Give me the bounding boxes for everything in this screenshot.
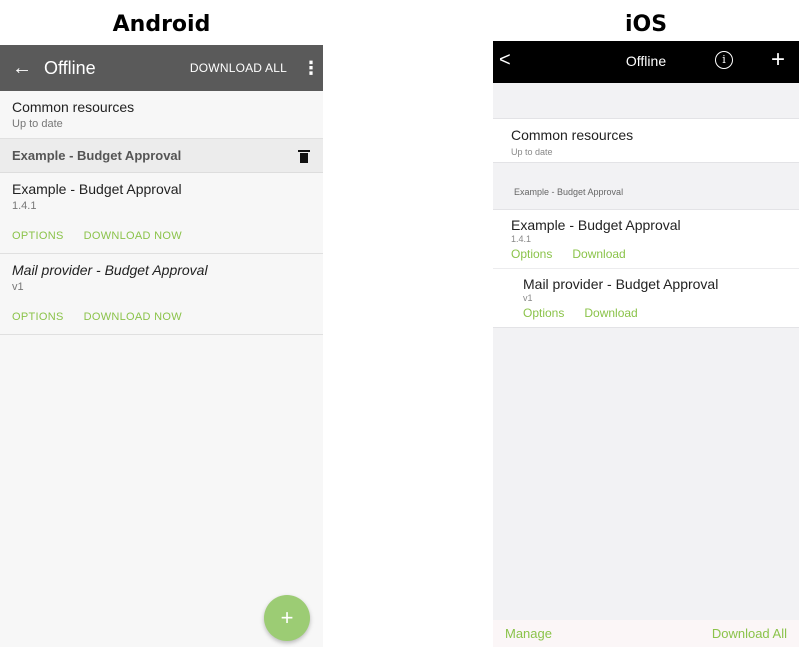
ios-heading: iOS (624, 12, 668, 37)
common-resources-title: Common resources (12, 99, 135, 115)
download-button[interactable]: Download (572, 247, 625, 261)
common-resources-row[interactable]: Common resources Up to date (493, 118, 799, 163)
info-icon[interactable]: i (715, 51, 733, 69)
item-version: v1 (12, 281, 24, 293)
toolbar-title: Offline (44, 57, 96, 78)
item-version: 1.4.1 (511, 234, 532, 244)
download-now-button[interactable]: DOWNLOAD NOW (84, 230, 182, 242)
download-all-button[interactable]: DOWNLOAD ALL (190, 61, 287, 75)
item-title: Mail provider - Budget Approval (12, 262, 208, 278)
item-title: Example - Budget Approval (12, 181, 182, 197)
download-all-button[interactable]: Download All (712, 626, 787, 641)
android-toolbar: ← Offline DOWNLOAD ALL ⋮ (0, 45, 323, 91)
android-screen: ← Offline DOWNLOAD ALL ⋮ Common resource… (0, 45, 323, 647)
item-version: v1 (523, 293, 533, 303)
ios-screen: < Offline i + Common resources Up to dat… (493, 41, 799, 647)
group-header: Example - Budget Approval (0, 139, 323, 173)
list-item: Mail provider - Budget Approval v1 OPTIO… (0, 254, 323, 335)
android-heading: Android (112, 12, 211, 37)
ios-bottom-toolbar: Manage Download All (493, 620, 799, 647)
list-item: Mail provider - Budget Approval v1 Optio… (493, 268, 799, 327)
common-resources-status: Up to date (12, 118, 63, 130)
add-icon[interactable]: + (771, 46, 785, 74)
common-resources-row[interactable]: Common resources Up to date (0, 91, 323, 139)
trash-icon[interactable] (298, 149, 310, 163)
item-version: 1.4.1 (12, 200, 37, 212)
download-now-button[interactable]: DOWNLOAD NOW (84, 311, 182, 323)
ios-nav-bar: < Offline i + (493, 41, 799, 83)
options-button[interactable]: OPTIONS (12, 230, 64, 242)
back-arrow-icon[interactable]: ← (0, 57, 44, 80)
list-item: Example - Budget Approval 1.4.1 Options … (493, 210, 799, 268)
list-item: Example - Budget Approval 1.4.1 OPTIONS … (0, 173, 323, 254)
options-button[interactable]: Options (523, 306, 564, 320)
add-fab-button[interactable]: + (264, 595, 310, 641)
item-title: Mail provider - Budget Approval (523, 276, 719, 292)
options-button[interactable]: OPTIONS (12, 311, 64, 323)
options-button[interactable]: Options (511, 247, 552, 261)
item-title: Example - Budget Approval (511, 217, 681, 233)
nav-title: Offline (625, 53, 667, 69)
group-label: Example - Budget Approval (12, 148, 182, 163)
section-label: Example - Budget Approval (514, 187, 624, 197)
manage-button[interactable]: Manage (505, 626, 552, 641)
common-resources-status: Up to date (511, 147, 553, 157)
download-button[interactable]: Download (584, 306, 637, 320)
overflow-menu-icon[interactable]: ⋮ (299, 58, 323, 79)
common-resources-title: Common resources (511, 127, 634, 143)
